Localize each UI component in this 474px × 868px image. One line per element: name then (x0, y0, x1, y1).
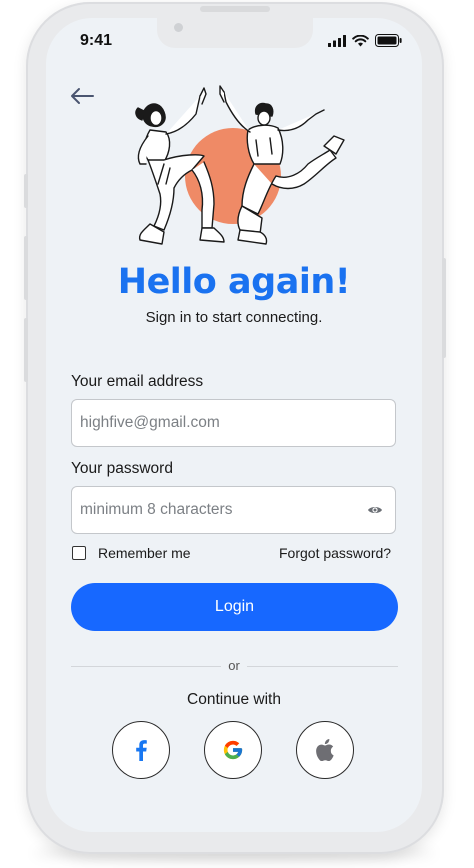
or-divider-text: or (228, 658, 240, 673)
power-button (442, 258, 446, 358)
back-arrow-icon[interactable] (68, 86, 94, 106)
remember-me-checkbox[interactable] (72, 546, 86, 560)
continue-with-label: Continue with (187, 691, 281, 708)
email-label: Your email address (71, 373, 204, 390)
forgot-password-link[interactable]: Forgot password? (279, 545, 391, 561)
email-field[interactable] (72, 400, 350, 446)
wifi-icon (352, 34, 369, 46)
page-title: Hello again! (117, 262, 351, 302)
remember-me-row: Remember me (72, 545, 191, 561)
volume-down-button (24, 318, 28, 382)
notch (157, 18, 313, 48)
password-field-container (71, 486, 396, 534)
high-five-illustration (135, 85, 345, 245)
email-field-container (71, 399, 396, 447)
eye-icon[interactable] (367, 502, 383, 518)
remember-me-label: Remember me (98, 545, 191, 561)
password-field[interactable] (72, 487, 350, 533)
mute-switch (24, 174, 28, 208)
apple-icon (316, 739, 334, 761)
google-icon (223, 740, 243, 760)
facebook-login-button[interactable] (112, 721, 170, 779)
volume-up-button (24, 236, 28, 300)
login-button[interactable]: Login (71, 583, 398, 631)
password-label: Your password (71, 460, 173, 477)
facebook-icon (136, 740, 147, 761)
page-subtitle: Sign in to start connecting. (145, 309, 323, 326)
top-speaker (200, 6, 270, 12)
status-icons (328, 34, 402, 47)
signal-icon (328, 34, 346, 47)
app-screen: 9:41 Hello again! Sign in to start conne… (46, 18, 422, 832)
apple-login-button[interactable] (296, 721, 354, 779)
front-camera (174, 23, 183, 32)
status-time: 9:41 (80, 32, 113, 49)
google-login-button[interactable] (204, 721, 262, 779)
battery-icon (375, 34, 402, 47)
